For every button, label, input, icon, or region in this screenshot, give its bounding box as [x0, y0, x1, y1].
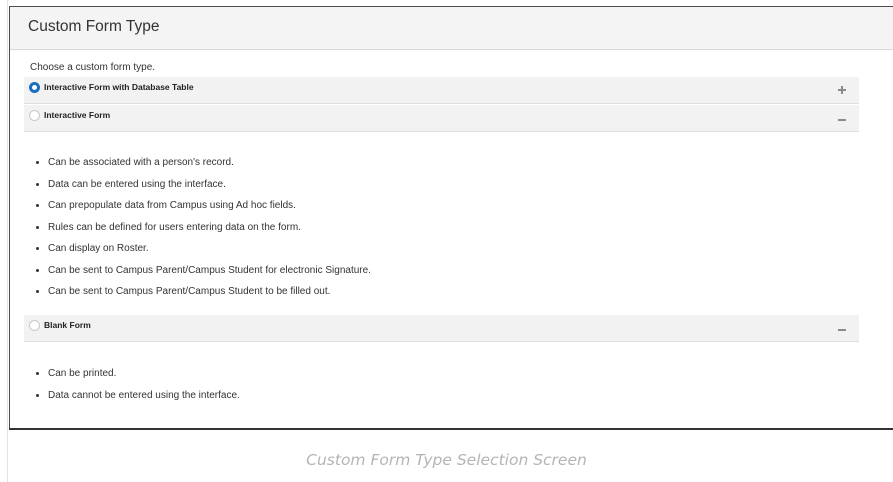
option-label: Interactive Form with Database Table [44, 82, 194, 92]
minus-icon[interactable] [837, 323, 847, 333]
list-item: Can be associated with a person's record… [48, 157, 371, 179]
list-item: Can be sent to Campus Parent/Campus Stud… [48, 265, 371, 287]
blank-form-features: Can be printed. Data cannot be entered u… [34, 368, 240, 411]
panel-header: Custom Form Type [10, 7, 893, 50]
minus-icon[interactable] [837, 113, 847, 123]
list-item: Rules can be defined for users entering … [48, 222, 371, 244]
list-item: Can be printed. [48, 368, 240, 390]
radio-interactive-form[interactable] [29, 110, 40, 121]
image-caption: Custom Form Type Selection Screen [306, 451, 587, 469]
option-blank-form[interactable]: Blank Form [24, 315, 859, 342]
list-item: Can prepopulate data from Campus using A… [48, 200, 371, 222]
radio-interactive-form-db[interactable] [29, 82, 40, 93]
option-interactive-form[interactable]: Interactive Form [24, 105, 859, 132]
left-divider [7, 0, 8, 482]
prompt-text: Choose a custom form type. [30, 62, 156, 73]
plus-icon[interactable] [837, 85, 847, 95]
list-item: Can be sent to Campus Parent/Campus Stud… [48, 286, 371, 308]
interactive-form-features: Can be associated with a person's record… [34, 157, 371, 308]
option-interactive-form-db[interactable]: Interactive Form with Database Table [24, 77, 859, 104]
option-label: Blank Form [44, 320, 91, 330]
list-item: Data cannot be entered using the interfa… [48, 390, 240, 412]
list-item: Data can be entered using the interface. [48, 179, 371, 201]
panel-title: Custom Form Type [28, 18, 160, 35]
option-label: Interactive Form [44, 110, 111, 120]
list-item: Can display on Roster. [48, 243, 371, 265]
radio-blank-form[interactable] [29, 320, 40, 331]
custom-form-type-panel: Custom Form Type Choose a custom form ty… [9, 6, 893, 430]
